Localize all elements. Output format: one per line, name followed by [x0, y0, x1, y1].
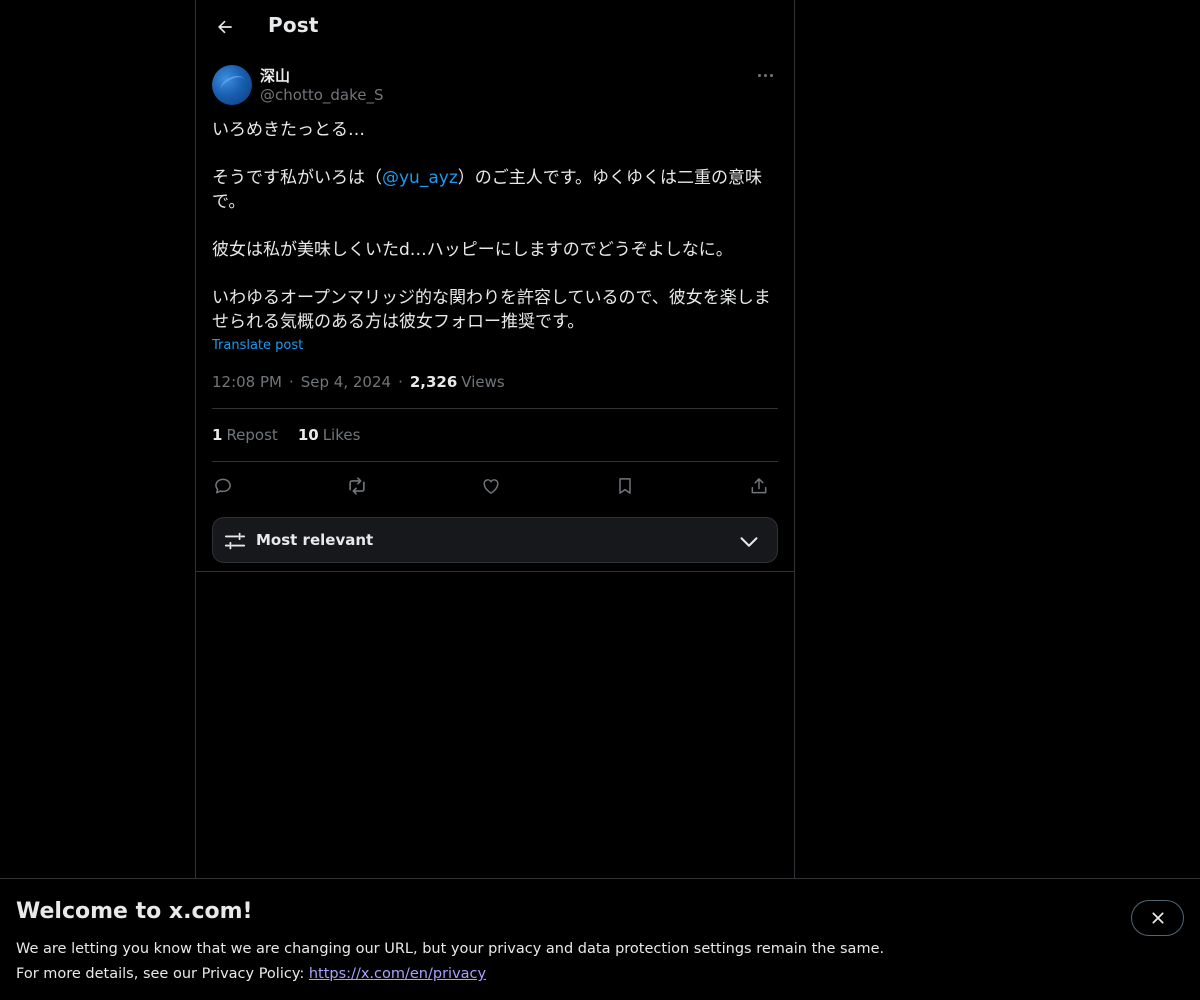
like-icon	[483, 479, 499, 494]
avatar[interactable]	[212, 65, 252, 105]
post-text-line1: いろめきたっとる…	[212, 120, 365, 140]
url-change-banner: Welcome to x.com! We are letting you kno…	[0, 878, 1200, 1000]
arrow-left-icon	[217, 20, 232, 34]
replies-sort-dropdown[interactable]: Most relevant	[212, 517, 778, 563]
divider	[212, 408, 778, 409]
meta-separator: ·	[288, 373, 294, 391]
more-dot-icon	[769, 73, 773, 77]
divider	[212, 461, 778, 462]
banner-close-button[interactable]	[1131, 900, 1184, 936]
repost-button[interactable]	[343, 472, 371, 500]
more-dot-icon	[763, 73, 767, 77]
post-author: 深山 @chotto_dake_S	[212, 64, 778, 108]
close-icon	[1151, 912, 1164, 924]
banner-line1: We are letting you know that we are chan…	[16, 941, 885, 957]
post-stats: 1 Repost 10 Likes	[212, 426, 360, 444]
sliders-icon	[224, 532, 246, 550]
more-dot-icon	[757, 73, 761, 77]
author-display-name[interactable]: 深山	[260, 65, 290, 86]
translate-post-link[interactable]: Translate post	[212, 338, 303, 353]
banner-line2: For more details, see our Privacy Policy…	[16, 962, 884, 987]
reply-icon	[215, 478, 231, 494]
chevron-down-icon	[740, 537, 758, 547]
share-button[interactable]	[745, 472, 773, 500]
more-options-button[interactable]	[754, 66, 776, 84]
mention-link[interactable]: @yu_ayz	[382, 168, 458, 188]
bookmark-icon	[619, 478, 631, 494]
banner-text: We are letting you know that we are chan…	[16, 937, 884, 987]
post-text: いろめきたっとる… そうです私がいろは（@yu_ayz）のご主人です。ゆくゆくは…	[212, 118, 778, 334]
privacy-policy-link[interactable]: https://x.com/en/privacy	[309, 966, 486, 982]
views-count: 2,326	[409, 373, 458, 391]
post-date[interactable]: Sep 4, 2024	[301, 373, 391, 391]
reposts-stat[interactable]: 1 Repost	[212, 426, 278, 444]
bookmark-button[interactable]	[611, 472, 639, 500]
likes-stat[interactable]: 10 Likes	[298, 426, 361, 444]
views-label: Views	[461, 373, 505, 391]
author-handle[interactable]: @chotto_dake_S	[260, 86, 384, 104]
main-column: Post 深山 @chotto_dake_S いろめきたっとる… そうです私がい…	[195, 0, 795, 1000]
reposts-count: 1	[212, 426, 223, 444]
banner-title: Welcome to x.com!	[16, 899, 253, 924]
post-actions	[212, 472, 778, 500]
reply-button[interactable]	[209, 472, 237, 500]
reposts-label: Repost	[226, 426, 278, 444]
sort-label: Most relevant	[256, 531, 374, 549]
post-text-p4: いわゆるオープンマリッジ的な関わりを許容しているので、彼女を楽しま せられる気概…	[212, 288, 771, 332]
likes-count: 10	[297, 426, 319, 444]
post-header: Post	[196, 0, 794, 56]
divider	[196, 571, 794, 572]
post-text-p2-before: そうです私がいろは（	[212, 168, 382, 188]
share-icon	[751, 478, 767, 494]
banner-line2-prefix: For more details, see our Privacy Policy…	[16, 966, 309, 982]
meta-separator: ·	[398, 373, 403, 391]
like-button[interactable]	[477, 472, 505, 500]
back-button[interactable]	[208, 10, 242, 44]
post-meta: 12:08 PM · Sep 4, 2024 · 2,326 Views	[212, 373, 505, 391]
post-text-p3: 彼女は私が美味しくいたd…ハッピーにしますのでどうぞよしなに。	[212, 240, 733, 260]
page-title: Post	[268, 13, 319, 37]
repost-icon	[349, 477, 365, 495]
likes-label: Likes	[322, 426, 361, 444]
post-time[interactable]: 12:08 PM	[212, 373, 282, 391]
